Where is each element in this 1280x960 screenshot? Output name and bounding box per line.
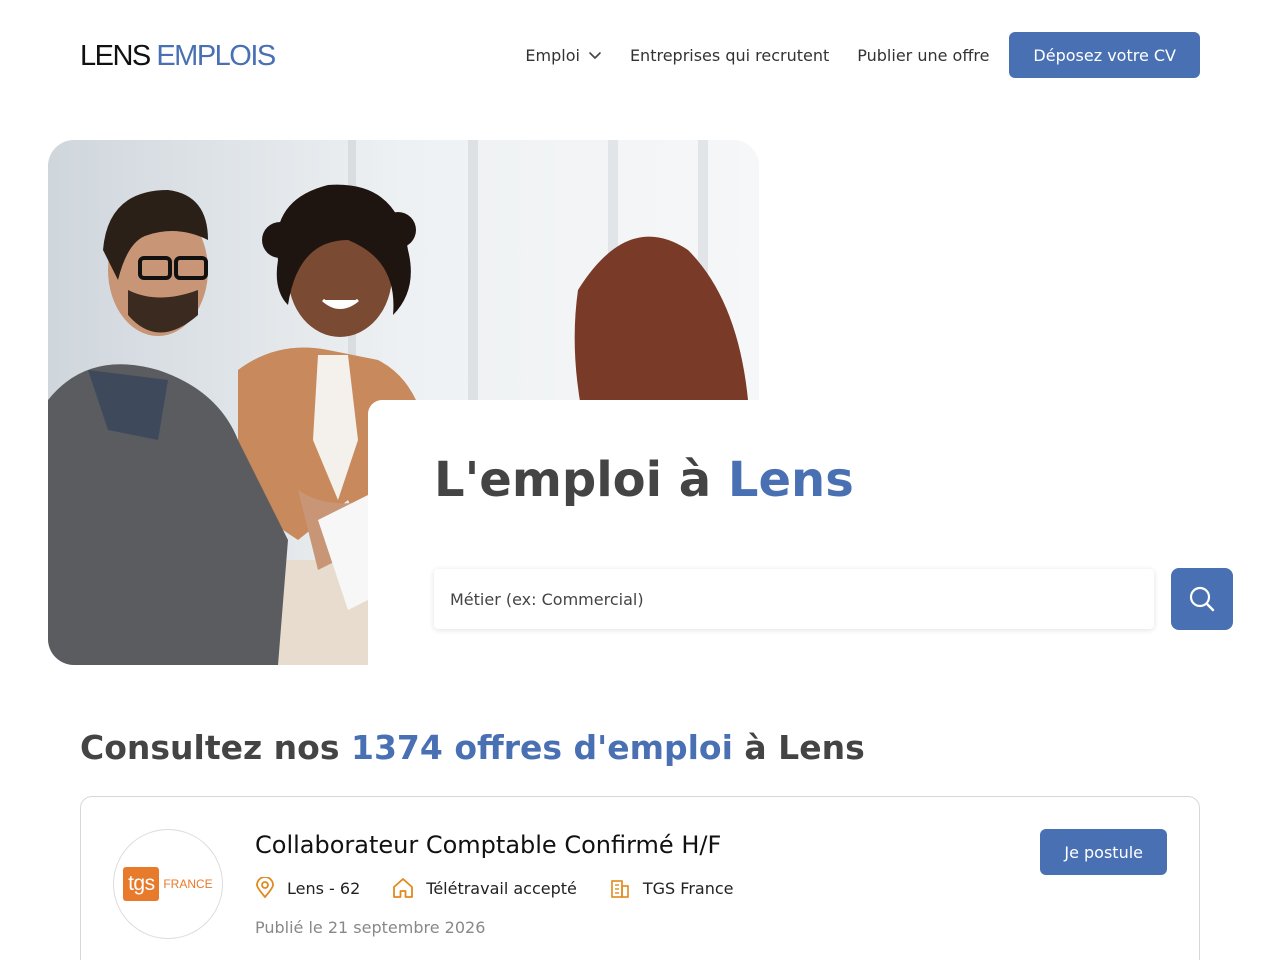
map-pin-icon [256, 877, 274, 899]
offers-prefix: Consultez nos [80, 728, 351, 767]
nav-publier-link[interactable]: Publier une offre [857, 46, 989, 65]
search-icon [1189, 586, 1215, 612]
offers-heading: Consultez nos 1374 offres d'emploi à Len… [80, 725, 865, 771]
job-meta: Lens - 62 Télétravail accepté TGS France [255, 877, 766, 899]
search-input[interactable] [450, 589, 1138, 609]
company-logo: tgs FRANCE [113, 829, 223, 939]
main-nav: Emploi Entreprises qui recrutent Publier… [525, 32, 1200, 78]
job-date: Publié le 21 septembre 2026 [255, 918, 486, 937]
tgs-logo-suffix: FRANCE [163, 877, 213, 891]
hero-title-prefix: L'emploi à [434, 452, 728, 508]
job-card[interactable]: tgs FRANCE Collaborateur Comptable Confi… [80, 796, 1200, 960]
chevron-down-icon [589, 52, 601, 59]
logo-emplois: EMPLOIS [156, 40, 276, 72]
nav-emploi-label: Emploi [525, 45, 580, 65]
tgs-logo-mark: tgs [123, 867, 160, 901]
site-logo[interactable]: LENS EMPLOIS [80, 36, 276, 76]
job-location: Lens - 62 [255, 877, 360, 899]
hero-title: L'emploi à Lens [434, 450, 860, 510]
job-title[interactable]: Collaborateur Comptable Confirmé H/F [255, 829, 721, 861]
search-button[interactable] [1171, 568, 1233, 630]
job-company-text: TGS France [642, 878, 734, 898]
hero-title-city: Lens [721, 452, 860, 510]
job-location-text: Lens - 62 [287, 878, 361, 898]
job-remote: Télétravail accepté [392, 877, 577, 899]
home-icon [393, 878, 414, 898]
offers-suffix: à Lens [732, 728, 865, 767]
search-field[interactable] [434, 569, 1154, 629]
nav-emploi-dropdown[interactable]: Emploi [525, 46, 602, 65]
nav-entreprises-link[interactable]: Entreprises qui recrutent [630, 46, 829, 65]
offers-count: 1374 offres d'emploi [346, 725, 737, 771]
apply-button[interactable]: Je postule [1040, 829, 1167, 875]
building-icon [611, 880, 629, 898]
logo-lens: LENS [80, 40, 151, 72]
hero-search-panel [368, 400, 1280, 680]
job-company: TGS France [609, 877, 734, 899]
deposez-cv-button[interactable]: Déposez votre CV [1009, 32, 1200, 78]
job-remote-text: Télétravail accepté [426, 878, 577, 898]
